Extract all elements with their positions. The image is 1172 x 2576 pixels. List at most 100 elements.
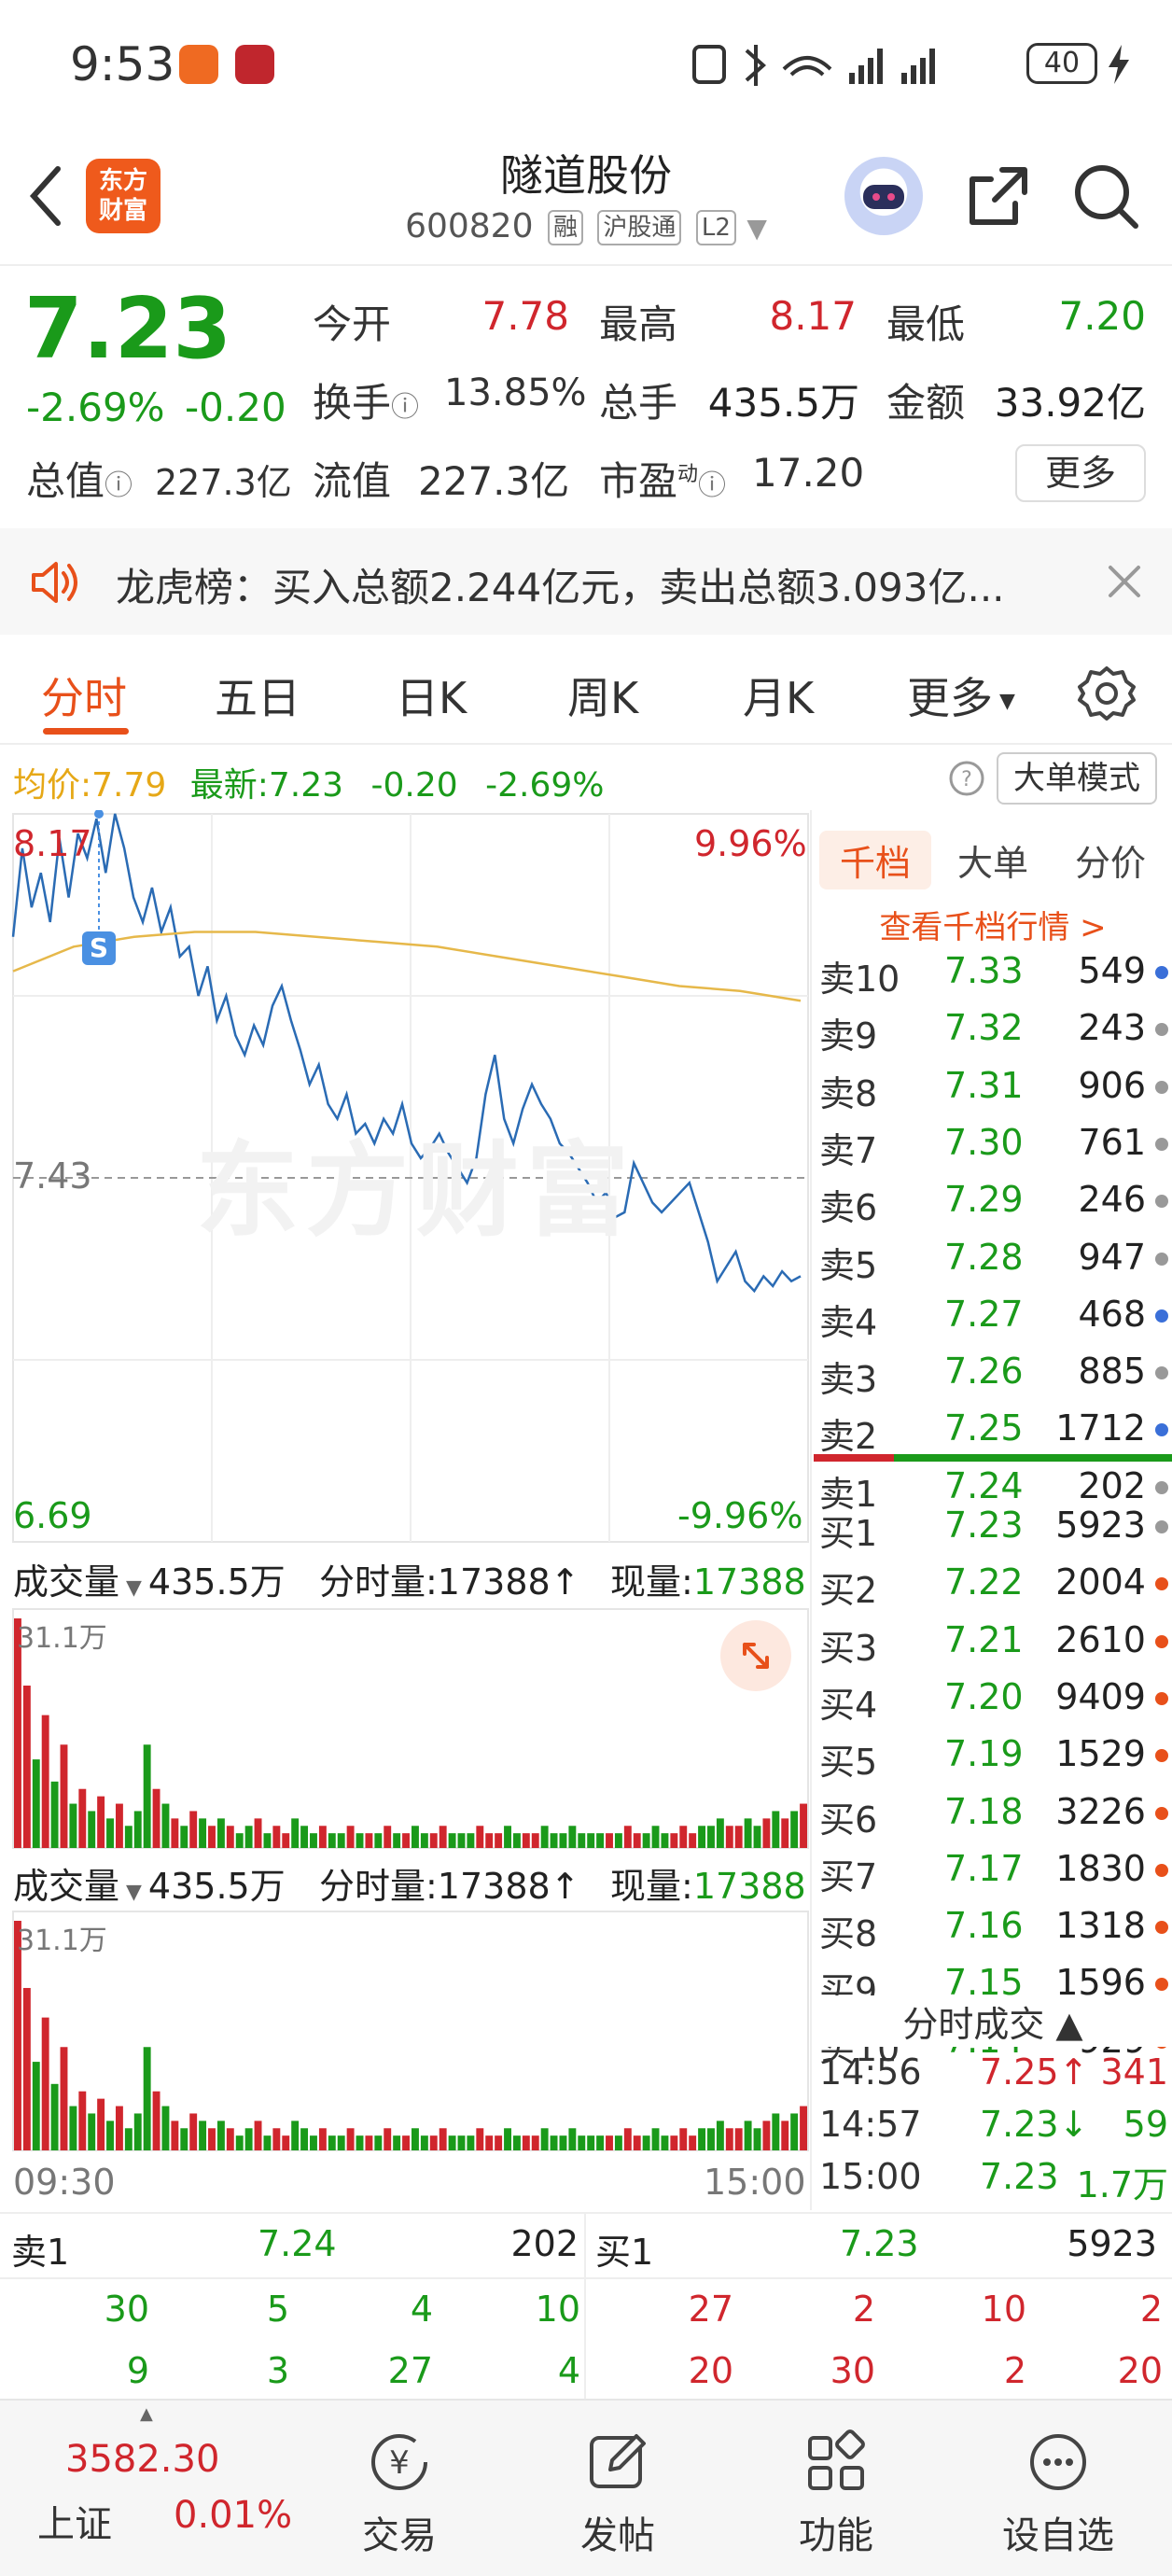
bid-row[interactable]: 买3 7.21 2610 [812, 1619, 1172, 1670]
share-icon[interactable] [961, 159, 1036, 233]
gear-icon[interactable] [1076, 663, 1137, 724]
volume-bar [171, 2121, 179, 2150]
info-icon[interactable]: ⓘ [391, 391, 419, 424]
nav-add-watchlist[interactable]: 设自选 [993, 2429, 1123, 2559]
order-dot-icon [1155, 1749, 1168, 1763]
chart-top-pct: 9.96% [694, 823, 807, 864]
volume-bar [384, 1826, 392, 1848]
pe-value: 17.20 [752, 450, 865, 496]
tab-daily-k[interactable]: 日K [396, 665, 467, 726]
volume-bar [412, 2128, 419, 2150]
nav-post[interactable]: 发帖 [552, 2429, 683, 2559]
volume-bar [623, 2128, 632, 2150]
volume-bar [152, 1788, 160, 1848]
bid-row[interactable]: 买6 7.18 3226 [812, 1791, 1172, 1841]
status-time: 9:53 [70, 37, 175, 91]
dropdown-arrow-icon[interactable]: ▼ [746, 213, 767, 244]
view-depth-link[interactable]: 查看千档行情 > [812, 902, 1172, 947]
trade-row: 14:57 7.23↓ 59 [812, 2104, 1172, 2154]
level-label: 卖3 [819, 1359, 878, 1401]
ask-row[interactable]: 卖9 7.32 243 [812, 1007, 1172, 1057]
assistant-robot-icon[interactable] [844, 157, 923, 235]
queue-cell: 30 [104, 2289, 149, 2330]
level-label: 卖9 [819, 1015, 878, 1057]
help-icon[interactable]: ? [948, 760, 985, 797]
nav-functions[interactable]: 功能 [771, 2429, 901, 2559]
bid-row[interactable]: 买1 7.23 5923 [812, 1505, 1172, 1555]
ask-row[interactable]: 卖5 7.28 947 [812, 1237, 1172, 1287]
ask-row[interactable]: 卖4 7.27 468 [812, 1294, 1172, 1344]
volume-bar [448, 1833, 456, 1848]
volume-bar [161, 1803, 170, 1848]
big-order-mode-button[interactable]: 大单模式 [997, 752, 1157, 805]
search-icon[interactable] [1068, 159, 1143, 233]
volume-bar [485, 1833, 494, 1848]
volume-bar [790, 2113, 799, 2150]
tab-order-depth[interactable]: 千档 [819, 831, 932, 889]
tab-five-day[interactable]: 五日 [215, 665, 300, 726]
marker-dot [94, 810, 104, 819]
info-icon[interactable]: ⓘ [105, 469, 133, 502]
time-start: 09:30 [13, 2162, 116, 2203]
volume-bar [291, 1818, 300, 1848]
volume-bar [550, 1833, 558, 1848]
ask-row[interactable]: 卖6 7.29 246 [812, 1179, 1172, 1229]
order-dot-icon [1155, 1480, 1168, 1494]
volume-bar [412, 1826, 419, 1848]
volume-bar [254, 2121, 262, 2150]
bid-row[interactable]: 买7 7.17 1830 [812, 1848, 1172, 1898]
volume-bar [753, 1826, 761, 1848]
volume-bar [235, 2135, 244, 2150]
level-label: 买3 [819, 1627, 878, 1669]
bid-row[interactable]: 买8 7.16 1318 [812, 1905, 1172, 1955]
volume-bar [143, 2047, 151, 2150]
queue-cell: 2 [1139, 2289, 1163, 2330]
close-icon[interactable] [1101, 558, 1148, 605]
level-label: 卖10 [819, 959, 900, 1000]
volume-bar [753, 2128, 761, 2150]
volume-header-2[interactable]: 成交量 ▼ 435.5万 [13, 1857, 286, 1909]
volume-bar [226, 2128, 234, 2150]
nav-trade[interactable]: ¥ 交易 [334, 2429, 465, 2559]
info-icon[interactable]: ⓘ [698, 469, 726, 502]
level1-summary: 卖1 7.24 202 买1 7.23 5923 30 5 4 10 9 3 27 4 27 2 1… [0, 2212, 1172, 2401]
index-ticker[interactable]: ▲ 3582.30 上证 0.01% [0, 2401, 292, 2576]
tab-big-orders[interactable]: 大单 [957, 834, 1028, 886]
volume-bar [429, 2135, 438, 2150]
ask-row[interactable]: 卖2 7.25 1712 [812, 1407, 1172, 1458]
high-label: 最高 [599, 301, 678, 347]
volume-bar [698, 1826, 706, 1848]
intraday-chart[interactable]: 8.17 9.96% 7.43 东方财富 S 6.69 -9.96% 成交量 ▼… [0, 810, 810, 2210]
notice-banner[interactable]: 龙虎榜：买入总额2.244亿元，卖出总额3.093亿... [0, 528, 1172, 635]
bid-row[interactable]: 买4 7.20 9409 [812, 1676, 1172, 1727]
book-divider [814, 1454, 1172, 1462]
tab-intraday[interactable]: 分时 [41, 665, 127, 726]
ask-row[interactable]: 卖7 7.30 761 [812, 1122, 1172, 1172]
signal-marker[interactable]: S [82, 931, 116, 965]
ask-row[interactable]: 卖3 7.26 885 [812, 1351, 1172, 1401]
ask-row[interactable]: 卖10 7.33 549 [812, 950, 1172, 1001]
tab-monthly-k[interactable]: 月K [743, 665, 814, 726]
bid-row[interactable]: 买5 7.19 1529 [812, 1733, 1172, 1784]
tab-weekly-k[interactable]: 周K [567, 665, 638, 726]
expand-arrow-icon: ▲ [140, 2404, 153, 2424]
volume-bar [540, 2128, 549, 2150]
svg-text:?: ? [961, 768, 972, 791]
ask-row[interactable]: 卖8 7.31 906 [812, 1065, 1172, 1115]
volume-header-1[interactable]: 成交量 ▼ 435.5万 [13, 1553, 286, 1604]
more-button[interactable]: 更多 [1015, 444, 1146, 502]
volume-bar [189, 1811, 198, 1848]
trade-details-header[interactable]: 分时成交 ▲ [812, 1995, 1172, 2047]
volume-bar [97, 2098, 105, 2150]
bid-row[interactable]: 买2 7.22 2004 [812, 1561, 1172, 1612]
level-label: 买5 [819, 1742, 878, 1784]
volume-bar [60, 2047, 68, 2150]
volume-max-2: 31.1万 [17, 1925, 107, 1957]
level-volume: 243 [1078, 1007, 1146, 1049]
volume-bar [725, 2128, 733, 2150]
expand-icon[interactable] [720, 1620, 791, 1691]
tab-more[interactable]: 更多 ▼ [907, 665, 1015, 726]
volume-bar [365, 1833, 373, 1848]
bottom-nav: ▲ 3582.30 上证 0.01% ¥ 交易 发帖 功能 设自选 [0, 2399, 1172, 2576]
tab-price-distribution[interactable]: 分价 [1075, 834, 1146, 886]
